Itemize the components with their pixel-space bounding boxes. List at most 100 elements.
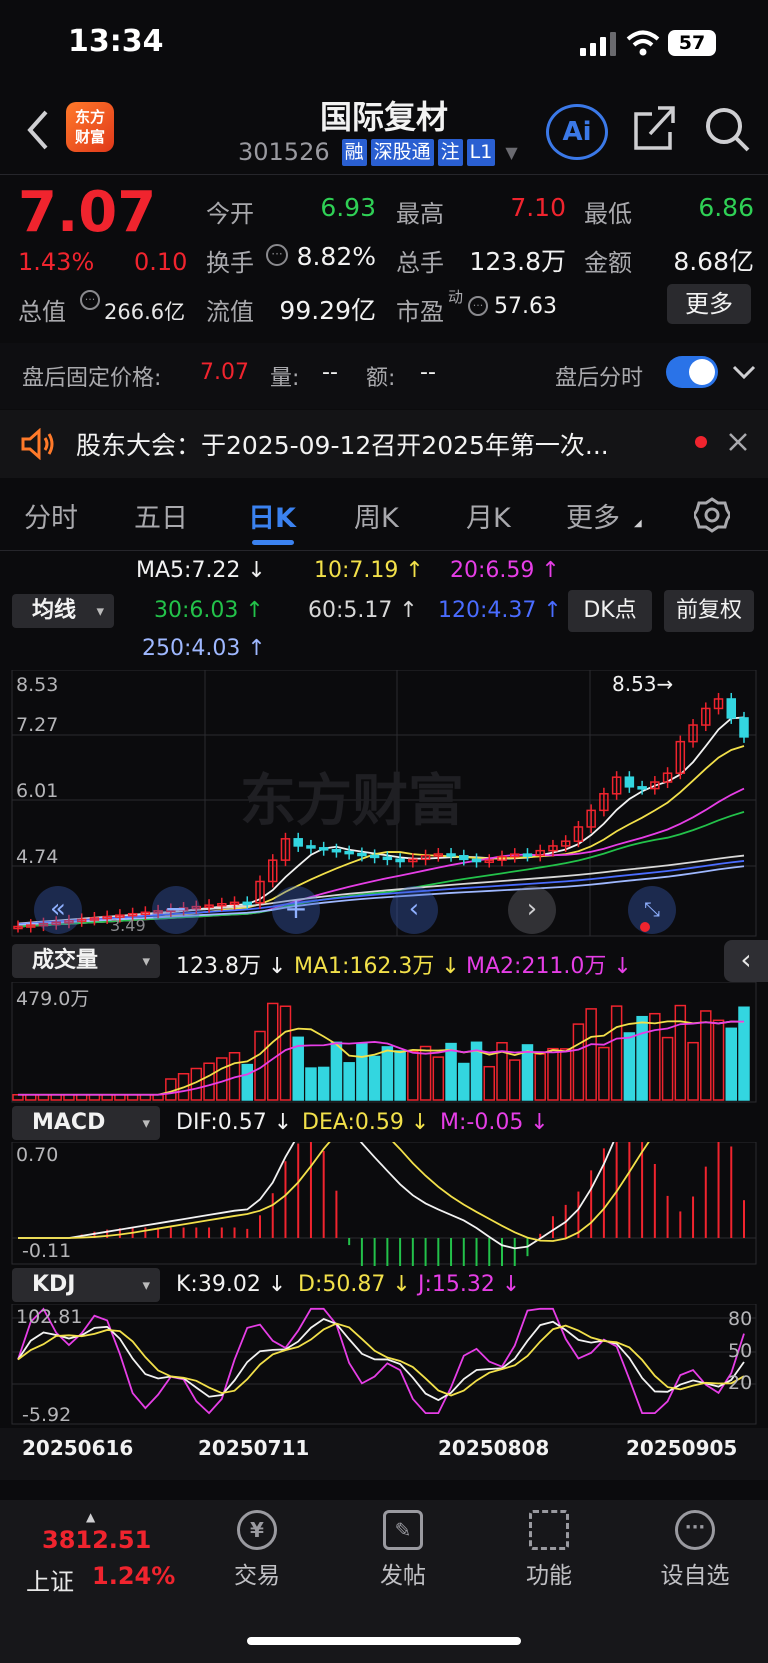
kdj-d: D:50.87 ↓	[298, 1272, 411, 1297]
notice-text[interactable]: 股东大会：于2025-09-12召开2025年第一次...	[76, 426, 609, 462]
macd-dropdown[interactable]: MACD	[12, 1106, 160, 1140]
volume-bar	[636, 1015, 648, 1101]
float-cap-value: 99.29亿	[279, 296, 376, 325]
unread-dot	[695, 436, 707, 448]
edit-icon: ✎	[383, 1510, 423, 1550]
stock-code: 301526	[238, 138, 330, 166]
ma250-readout: 250:4.03 ↑	[142, 636, 266, 661]
wifi-icon	[626, 30, 660, 56]
after-hours-vol-label: 量:	[270, 366, 300, 391]
macd-axis-bottom: -0.11	[22, 1240, 72, 1262]
scroll-left-fast-icon[interactable]: «	[34, 886, 82, 934]
status-time: 13:34	[68, 24, 164, 59]
nav-watchlist[interactable]: ··· 设自选	[640, 1510, 750, 1590]
macd-chart[interactable]	[0, 1142, 768, 1266]
tab-daily-k[interactable]: 日K	[248, 496, 296, 535]
index-percent[interactable]: 1.24%	[92, 1562, 175, 1590]
nav-trade[interactable]: ¥ 交易	[202, 1510, 312, 1590]
candle-body	[446, 853, 456, 857]
kline-axis-1: 8.53	[16, 674, 59, 696]
total-cap-value: 266.6亿	[104, 300, 186, 324]
adjust-button[interactable]: 前复权	[664, 590, 754, 632]
open-value: 6.93	[320, 193, 376, 222]
volume-bar	[407, 1050, 419, 1101]
nav-post[interactable]: ✎ 发帖	[348, 1510, 458, 1590]
chevron-down-icon[interactable]: ▼	[505, 143, 517, 162]
stock-code-row: 301526 融 深股通 注 L1 ▼	[238, 138, 518, 166]
chevron-down-icon[interactable]	[732, 364, 756, 380]
tab-timeshare[interactable]: 分时	[24, 496, 78, 535]
kdj-axis-bottom: -5.92	[22, 1404, 72, 1426]
gear-icon[interactable]	[694, 497, 730, 533]
dk-point-button[interactable]: DK点	[568, 590, 652, 632]
close-icon[interactable]	[728, 432, 748, 452]
tab-more[interactable]: 更多	[566, 496, 620, 535]
candle-body	[395, 858, 405, 863]
candle-body	[318, 847, 329, 851]
more-button[interactable]: 更多	[667, 284, 751, 324]
nav-function[interactable]: 功能	[494, 1510, 604, 1590]
info-icon[interactable]: ···	[266, 244, 288, 266]
search-icon[interactable]	[704, 104, 752, 154]
volume-bar	[598, 1046, 610, 1101]
index-up-icon: ▲	[86, 1510, 96, 1524]
ma60-readout: 60:5.17 ↑	[308, 598, 418, 623]
tab-monthly-k[interactable]: 月K	[466, 496, 511, 535]
yen-icon: ¥	[237, 1510, 277, 1550]
volume-bar	[356, 1043, 368, 1101]
candle-body	[242, 901, 253, 906]
candle-body	[382, 856, 393, 861]
scroll-right-icon[interactable]: ›	[508, 886, 556, 934]
info-icon[interactable]: ···	[468, 296, 488, 316]
zoom-out-icon[interactable]: −	[152, 886, 200, 934]
turnover-value: 8.82%	[296, 242, 376, 271]
after-hours-timeshare-label: 盘后分时	[555, 366, 644, 391]
macd-dif-line	[18, 1142, 615, 1250]
tab-five-day[interactable]: 五日	[134, 496, 188, 535]
kdj-dropdown[interactable]: KDJ	[12, 1268, 160, 1302]
index-name[interactable]: 上证	[26, 1562, 74, 1597]
ma20-readout: 20:6.59 ↑	[450, 558, 560, 583]
volume-bar	[432, 1056, 445, 1101]
date-label-4: 20250905	[626, 1436, 738, 1460]
info-icon[interactable]: ···	[80, 290, 100, 310]
divider	[0, 550, 768, 551]
ai-button[interactable]: Ai	[546, 104, 608, 160]
index-value[interactable]: 3812.51	[42, 1526, 151, 1554]
tab-underline	[252, 540, 294, 545]
candle-body	[726, 698, 737, 719]
low-value: 6.86	[698, 193, 754, 222]
volume-bar	[610, 1005, 623, 1101]
nav-function-label: 功能	[526, 1563, 572, 1589]
share-icon[interactable]	[632, 104, 676, 152]
after-hours-toggle[interactable]	[666, 356, 718, 388]
change-percent: 1.43%	[18, 248, 95, 276]
candle-body	[357, 852, 367, 857]
volume-bar	[534, 1053, 546, 1101]
volume-bar	[700, 1010, 712, 1101]
volume-chart[interactable]	[0, 982, 768, 1104]
kdj-level-50: 50	[728, 1340, 753, 1362]
volume-bar	[458, 1062, 470, 1101]
fullscreen-icon[interactable]: ⤡	[628, 886, 676, 934]
ma5-readout: MA5:7.22 ↓	[136, 558, 266, 583]
volume-dropdown[interactable]: 成交量	[12, 944, 160, 978]
candle-body	[522, 853, 533, 857]
tab-weekly-k[interactable]: 周K	[354, 496, 399, 535]
zoom-in-icon[interactable]: +	[272, 886, 320, 934]
low-label: 最低	[584, 200, 632, 228]
scroll-left-icon[interactable]: ‹	[390, 886, 438, 934]
candle-body	[459, 855, 469, 861]
kdj-j-line	[17, 1307, 745, 1415]
collapse-panel-icon[interactable]: ‹	[724, 940, 768, 982]
kline-axis-4: 4.74	[16, 846, 59, 868]
kdj-k-line	[17, 1318, 745, 1402]
volume-bar	[381, 1046, 394, 1101]
kdj-chart[interactable]	[0, 1304, 768, 1426]
nav-trade-label: 交易	[234, 1563, 280, 1589]
open-label: 今开	[206, 200, 254, 228]
pe-value: 57.63	[494, 294, 557, 319]
ma-dropdown[interactable]: 均线	[12, 594, 114, 628]
macd-dea-line	[18, 1142, 650, 1242]
volume-bar	[266, 1002, 279, 1101]
